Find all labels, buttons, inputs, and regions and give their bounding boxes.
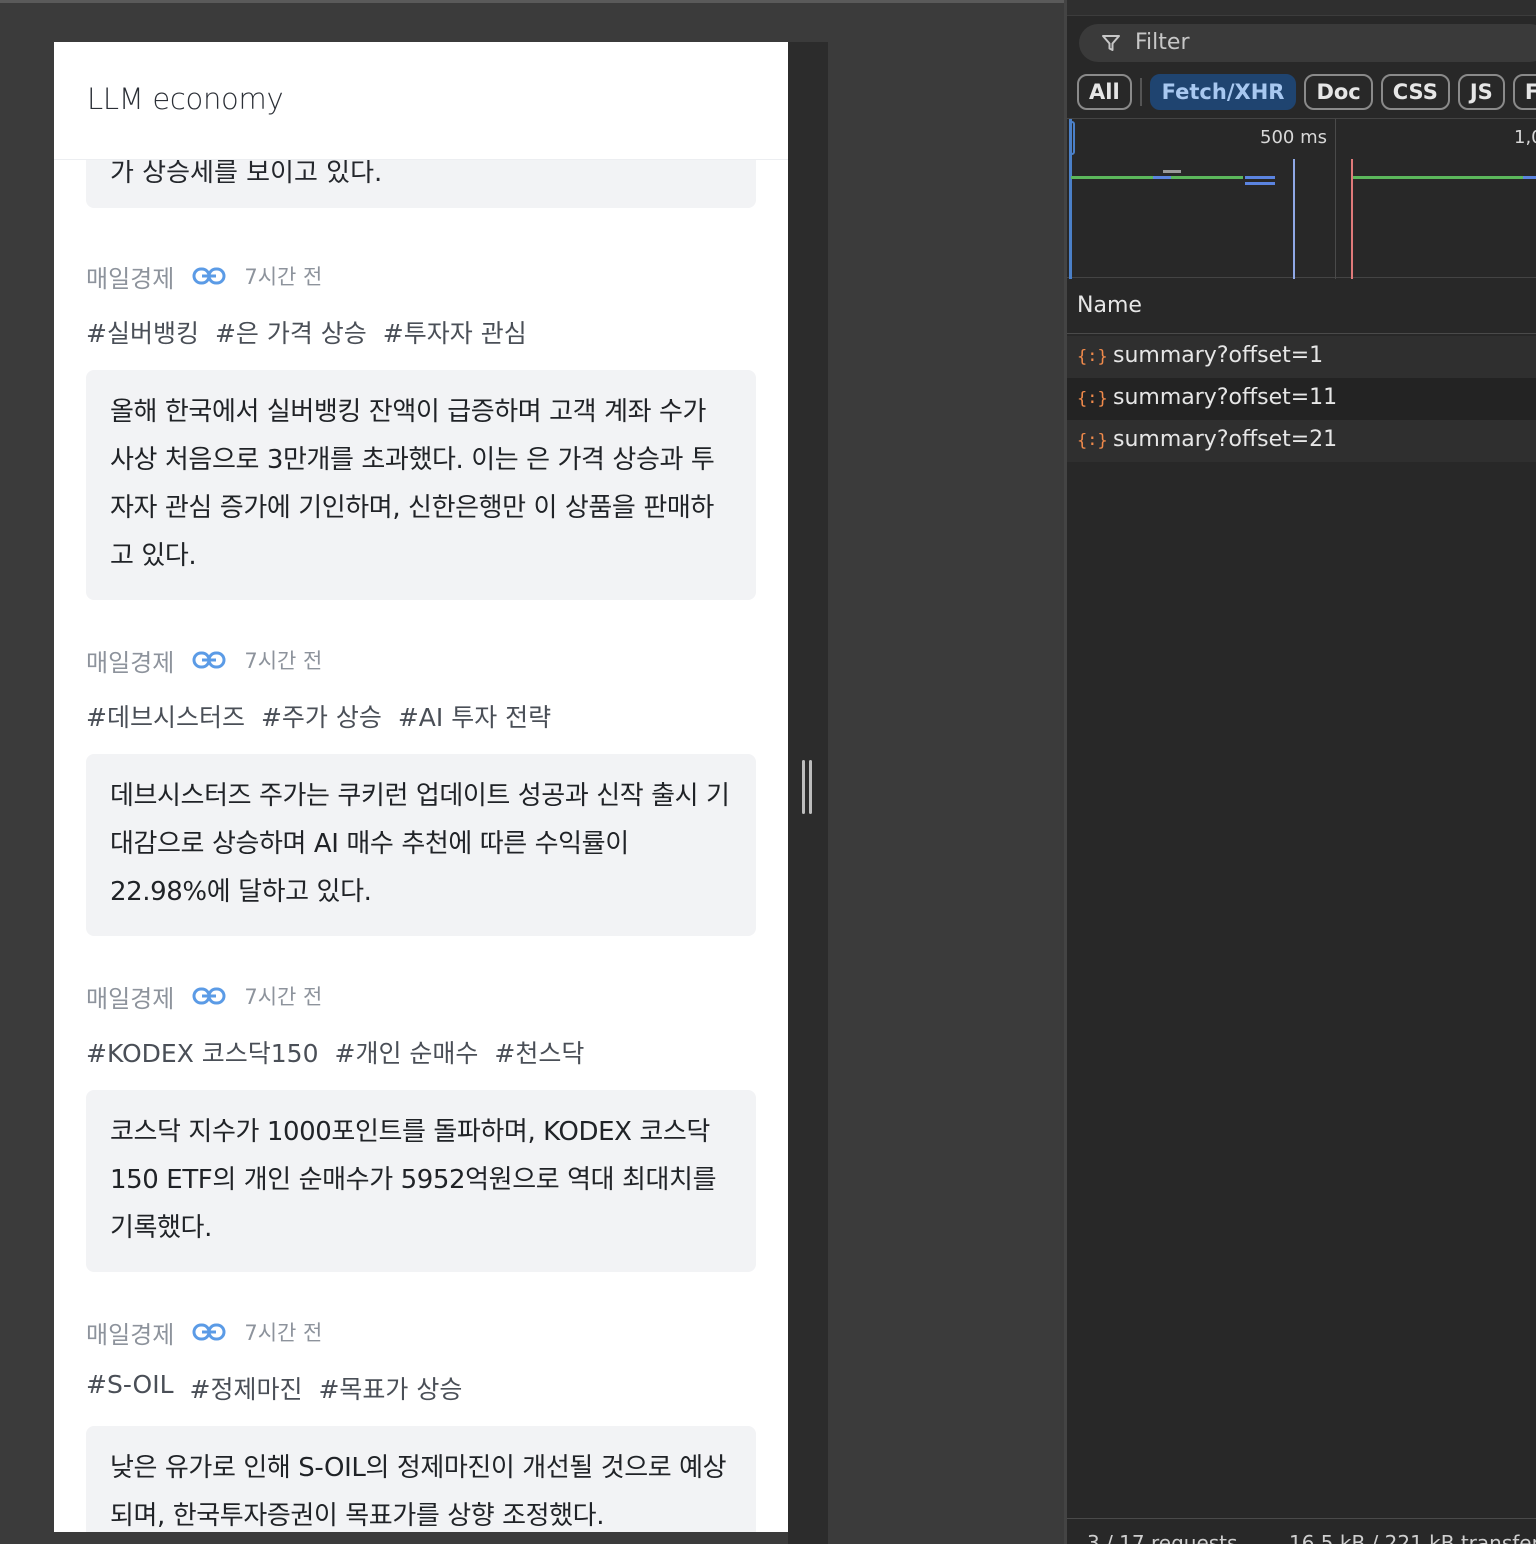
timeline-bar: [1353, 176, 1523, 179]
tag[interactable]: #KODEX 코스닥150: [86, 1034, 319, 1070]
timeline-bar: [1523, 176, 1536, 179]
request-name: summary?offset=21: [1113, 427, 1338, 452]
filter-input[interactable]: Filter: [1079, 24, 1536, 62]
devtools-toolbar: [1067, 0, 1536, 16]
tag[interactable]: #은 가격 상승: [215, 314, 367, 350]
tag[interactable]: #AI 투자 전략: [398, 698, 551, 734]
article-time: 7시간 전: [244, 649, 323, 673]
network-timeline[interactable]: 500 ms 1,0: [1067, 118, 1536, 279]
tag[interactable]: #정제마진: [190, 1370, 303, 1406]
timeline-label: 1,0: [1514, 127, 1536, 148]
timeline-bar: [1245, 176, 1275, 179]
timeline-bar: [1163, 170, 1181, 173]
json-icon: {∶}: [1077, 389, 1108, 409]
resize-handle[interactable]: [802, 760, 814, 814]
link-icon[interactable]: [192, 1321, 226, 1343]
tag[interactable]: #S-OIL: [86, 1370, 174, 1406]
article-meta: 매일경제 7시간 전: [86, 642, 756, 678]
link-icon[interactable]: [192, 265, 226, 287]
article-tags: #KODEX 코스닥150 #개인 순매수 #천스닥: [86, 1034, 756, 1070]
tag[interactable]: #주가 상승: [261, 698, 382, 734]
article-meta: 매일경제 7시간 전: [86, 978, 756, 1014]
timeline-range-edge: [1069, 119, 1072, 279]
requests-table-header: Name: [1067, 280, 1536, 334]
timeline-label: 500 ms: [1260, 127, 1327, 148]
article-meta: 매일경제 7시간 전: [86, 258, 756, 294]
article-summary: 낮은 유가로 인해 S-OIL의 정제마진이 개선될 것으로 예상되며, 한국투…: [86, 1426, 756, 1532]
timeline-gridline: [1335, 119, 1336, 279]
article-time: 7시간 전: [244, 1321, 323, 1345]
article-meta: 매일경제 7시간 전: [86, 1314, 756, 1350]
status-requests: 3 / 17 requests: [1087, 1531, 1238, 1544]
network-status-bar: 3 / 17 requests 16.5 kB / 221 kB transfe…: [1067, 1518, 1536, 1544]
article-tags: #실버뱅킹 #은 가격 상승 #투자자 관심: [86, 314, 756, 350]
article-time: 7시간 전: [244, 985, 323, 1009]
chip-doc[interactable]: Doc: [1304, 74, 1373, 110]
article-item: 매일경제 7시간 전 #KODEX 코스닥150 #개인 순매수 #천스닥 코스…: [86, 978, 756, 1272]
filter-icon: [1102, 35, 1120, 51]
json-icon: {∶}: [1077, 431, 1108, 451]
article-source: 매일경제: [86, 648, 175, 677]
chip-font[interactable]: Fo: [1512, 74, 1536, 110]
request-type-filters: All Fetch/XHR Doc CSS JS Fo: [1077, 74, 1536, 110]
chip-all[interactable]: All: [1077, 74, 1132, 110]
tag[interactable]: #목표가 상승: [318, 1370, 462, 1406]
article-source: 매일경제: [86, 984, 175, 1013]
article-time: 7시간 전: [244, 265, 323, 289]
article-summary: 올해 한국에서 실버뱅킹 잔액이 급증하며 고객 계좌 수가 사상 처음으로 3…: [86, 370, 756, 600]
chip-js[interactable]: JS: [1457, 74, 1505, 110]
article-item: 매일경제 7시간 전 #S-OIL #정제마진 #목표가 상승 낮은 유가로 인…: [86, 1314, 756, 1532]
article-tags: #S-OIL #정제마진 #목표가 상승: [86, 1370, 756, 1406]
timeline-marker: [1293, 159, 1295, 279]
article-summary: 코스닥 지수가 1000포인트를 돌파하며, KODEX 코스닥150 ETF의…: [86, 1090, 756, 1272]
status-transferred: 16.5 kB / 221 kB transferred: [1289, 1531, 1536, 1544]
link-icon[interactable]: [192, 985, 226, 1007]
article-summary: 데브시스터즈 주가는 쿠키런 업데이트 성공과 신작 출시 기대감으로 상승하며…: [86, 754, 756, 936]
request-row[interactable]: {∶} summary?offset=1: [1067, 336, 1536, 378]
chip-separator: [1139, 78, 1142, 106]
article-tags: #데브시스터즈 #주가 상승 #AI 투자 전략: [86, 698, 756, 734]
request-name: summary?offset=11: [1113, 385, 1338, 410]
article-item: 매일경제 7시간 전 #데브시스터즈 #주가 상승 #AI 투자 전략 데브시스…: [86, 642, 756, 936]
article-source: 매일경제: [86, 264, 175, 293]
request-name: summary?offset=1: [1113, 343, 1324, 368]
tag[interactable]: #개인 순매수: [335, 1034, 479, 1070]
mobile-page: 가 상승세를 보이고 있다. 매일경제 7시간 전 #실버뱅킹 #은 가격 상승…: [54, 42, 788, 1532]
devtools-network-panel: Filter All Fetch/XHR Doc CSS JS Fo 500 m…: [1064, 0, 1536, 1544]
link-icon[interactable]: [192, 649, 226, 671]
tag[interactable]: #투자자 관심: [383, 314, 527, 350]
page-title: LLM economy: [87, 82, 284, 116]
timeline-bar: [1153, 176, 1171, 179]
article-source: 매일경제: [86, 1320, 175, 1349]
app-header: LLM economy: [54, 42, 788, 160]
chip-fetch-xhr[interactable]: Fetch/XHR: [1149, 74, 1297, 110]
filter-placeholder: Filter: [1135, 30, 1190, 55]
chip-css[interactable]: CSS: [1380, 74, 1450, 110]
request-row[interactable]: {∶} summary?offset=21: [1067, 420, 1536, 462]
tag[interactable]: #실버뱅킹: [86, 314, 199, 350]
json-icon: {∶}: [1077, 347, 1108, 367]
tag[interactable]: #천스닥: [494, 1034, 584, 1070]
column-name[interactable]: Name: [1077, 293, 1142, 318]
timeline-bar: [1245, 182, 1275, 185]
request-row[interactable]: {∶} summary?offset=11: [1067, 378, 1536, 420]
article-item: 매일경제 7시간 전 #실버뱅킹 #은 가격 상승 #투자자 관심 올해 한국에…: [86, 258, 756, 600]
tag[interactable]: #데브시스터즈: [86, 698, 245, 734]
